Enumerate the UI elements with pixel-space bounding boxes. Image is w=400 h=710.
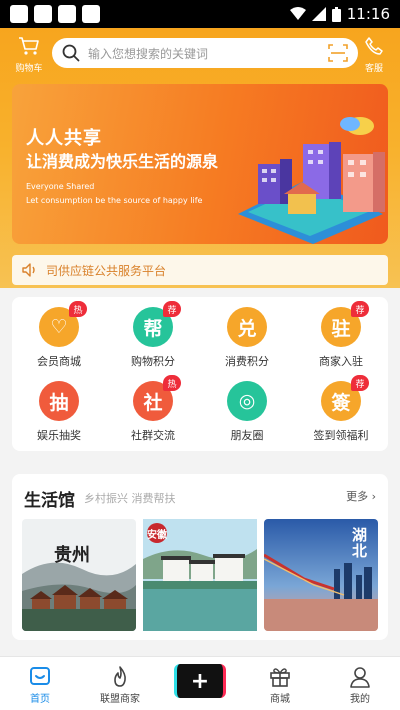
wifi-icon — [289, 7, 306, 20]
region-card-guizhou[interactable]: 贵州 — [22, 519, 136, 631]
lottery-icon: 抽 — [39, 381, 79, 421]
tab-alliance-merchants[interactable]: 联盟商家 — [80, 657, 160, 710]
search-icon — [62, 44, 80, 62]
section-subtitle: 乡村振兴 消费帮扶 — [84, 492, 176, 505]
bottom-tab-bar: 首页 联盟商家 + 商城 我的 — [0, 656, 400, 710]
banner-headline-2: 让消费成为快乐生活的源泉 — [26, 152, 219, 171]
flame-icon — [114, 666, 126, 687]
guizhou-photo — [22, 519, 136, 631]
heart-icon: ♡ 热 — [39, 301, 87, 347]
promo-banner[interactable]: 人人共享 让消费成为快乐生活的源泉 Everyone Shared Let co… — [12, 84, 388, 244]
signal-icon — [311, 7, 326, 21]
tab-mall[interactable]: 商城 — [240, 657, 320, 710]
banner-headline-1: 人人共享 — [26, 128, 102, 149]
aperture-icon: ◎ — [227, 381, 267, 421]
hot-badge: 热 — [163, 375, 181, 391]
grid-item-label: 会员商城 — [37, 355, 81, 368]
gift-icon — [270, 668, 290, 687]
notice-text: 司供应链公共服务平台 — [46, 263, 167, 278]
plus-icon: + — [174, 664, 226, 698]
grid-item-label: 社群交流 — [131, 429, 175, 442]
cart-icon — [19, 37, 39, 55]
chevron-right-icon: › — [371, 490, 376, 503]
grid-item-merchant-join[interactable]: 驻荐 商家入驻 — [294, 301, 388, 371]
recommend-badge: 荐 — [351, 301, 369, 317]
tab-home[interactable]: 首页 — [0, 657, 80, 710]
grid-item-consumption-points[interactable]: 兑 消费积分 — [200, 307, 294, 371]
grid-item-shopping-points[interactable]: 帮荐 购物积分 — [106, 301, 200, 371]
grid-item-moments[interactable]: ◎ 朋友圈 — [200, 381, 294, 445]
user-icon — [350, 667, 370, 688]
help-icon: 帮荐 — [133, 301, 181, 347]
grid-item-label: 签到领福利 — [313, 429, 369, 442]
recommend-badge: 荐 — [351, 375, 369, 391]
tab-label: 联盟商家 — [100, 694, 140, 705]
grid-item-label: 消费积分 — [225, 355, 269, 368]
more-link[interactable]: 更多 › — [346, 488, 376, 504]
notification-icon — [58, 5, 76, 23]
hot-badge: 热 — [69, 301, 87, 317]
tab-label: 我的 — [350, 694, 370, 705]
notice-bar[interactable]: 司供应链公共服务平台 — [12, 255, 388, 285]
tab-label: 商城 — [270, 694, 290, 705]
grid-item-label: 娱乐抽奖 — [37, 429, 81, 442]
notification-icon — [82, 5, 100, 23]
region-card-anhui[interactable]: 安徽 — [143, 519, 257, 631]
banner-city-illustration — [238, 117, 385, 244]
recommend-badge: 荐 — [163, 301, 181, 317]
notification-icon — [10, 5, 28, 23]
grid-item-community[interactable]: 社热 社群交流 — [106, 375, 200, 445]
station-icon: 驻荐 — [321, 301, 369, 347]
scan-icon[interactable] — [328, 44, 348, 62]
search-input[interactable]: 输入您想搜索的关键词 — [88, 45, 328, 62]
service-label: 客服 — [364, 64, 383, 74]
region-label: 贵州 — [54, 545, 90, 566]
community-icon: 社热 — [133, 375, 181, 421]
exchange-icon: 兑 — [227, 307, 267, 347]
battery-icon — [331, 6, 341, 22]
region-label: 湖北 — [352, 526, 368, 560]
region-card-hubei[interactable]: 湖北 — [264, 519, 378, 631]
grid-item-checkin[interactable]: 簽荐 签到领福利 — [294, 375, 388, 445]
notification-icons — [10, 5, 100, 23]
grid-item-lottery[interactable]: 抽 娱乐抽奖 — [12, 381, 106, 445]
region-label: 安徽 — [147, 523, 167, 543]
banner-english-1: Everyone Shared — [26, 182, 95, 191]
status-bar: 11:16 — [0, 0, 400, 28]
phone-icon — [365, 37, 383, 55]
grid-item-label: 商家入驻 — [319, 355, 363, 368]
section-title: 生活馆 — [24, 491, 75, 511]
search-bar[interactable]: 输入您想搜索的关键词 — [52, 38, 358, 68]
tab-label: 首页 — [30, 694, 50, 705]
speaker-icon — [22, 263, 35, 277]
grid-item-label: 购物积分 — [131, 355, 175, 368]
sign-in-icon: 簽荐 — [321, 375, 369, 421]
life-section: 生活馆 乡村振兴 消费帮扶 更多 › 贵州 安徽 湖北 — [12, 474, 388, 640]
status-time: 11:16 — [346, 5, 390, 23]
tab-mine[interactable]: 我的 — [320, 657, 400, 710]
cart-label: 购物车 — [15, 64, 43, 74]
grid-item-member-mall[interactable]: ♡ 热 会员商城 — [12, 301, 106, 371]
grid-item-label: 朋友圈 — [230, 429, 264, 442]
customer-service-button[interactable]: 客服 — [360, 36, 388, 74]
notification-icon — [34, 5, 52, 23]
banner-english-2: Let consumption be the source of happy l… — [26, 196, 203, 205]
tab-publish[interactable]: + — [160, 657, 240, 710]
home-icon — [30, 667, 50, 685]
feature-grid: ♡ 热 会员商城 帮荐 购物积分 兑 消费积分 驻荐 商家入驻 抽 娱乐抽奖 社热… — [12, 297, 388, 451]
cart-button[interactable]: 购物车 — [12, 36, 46, 74]
